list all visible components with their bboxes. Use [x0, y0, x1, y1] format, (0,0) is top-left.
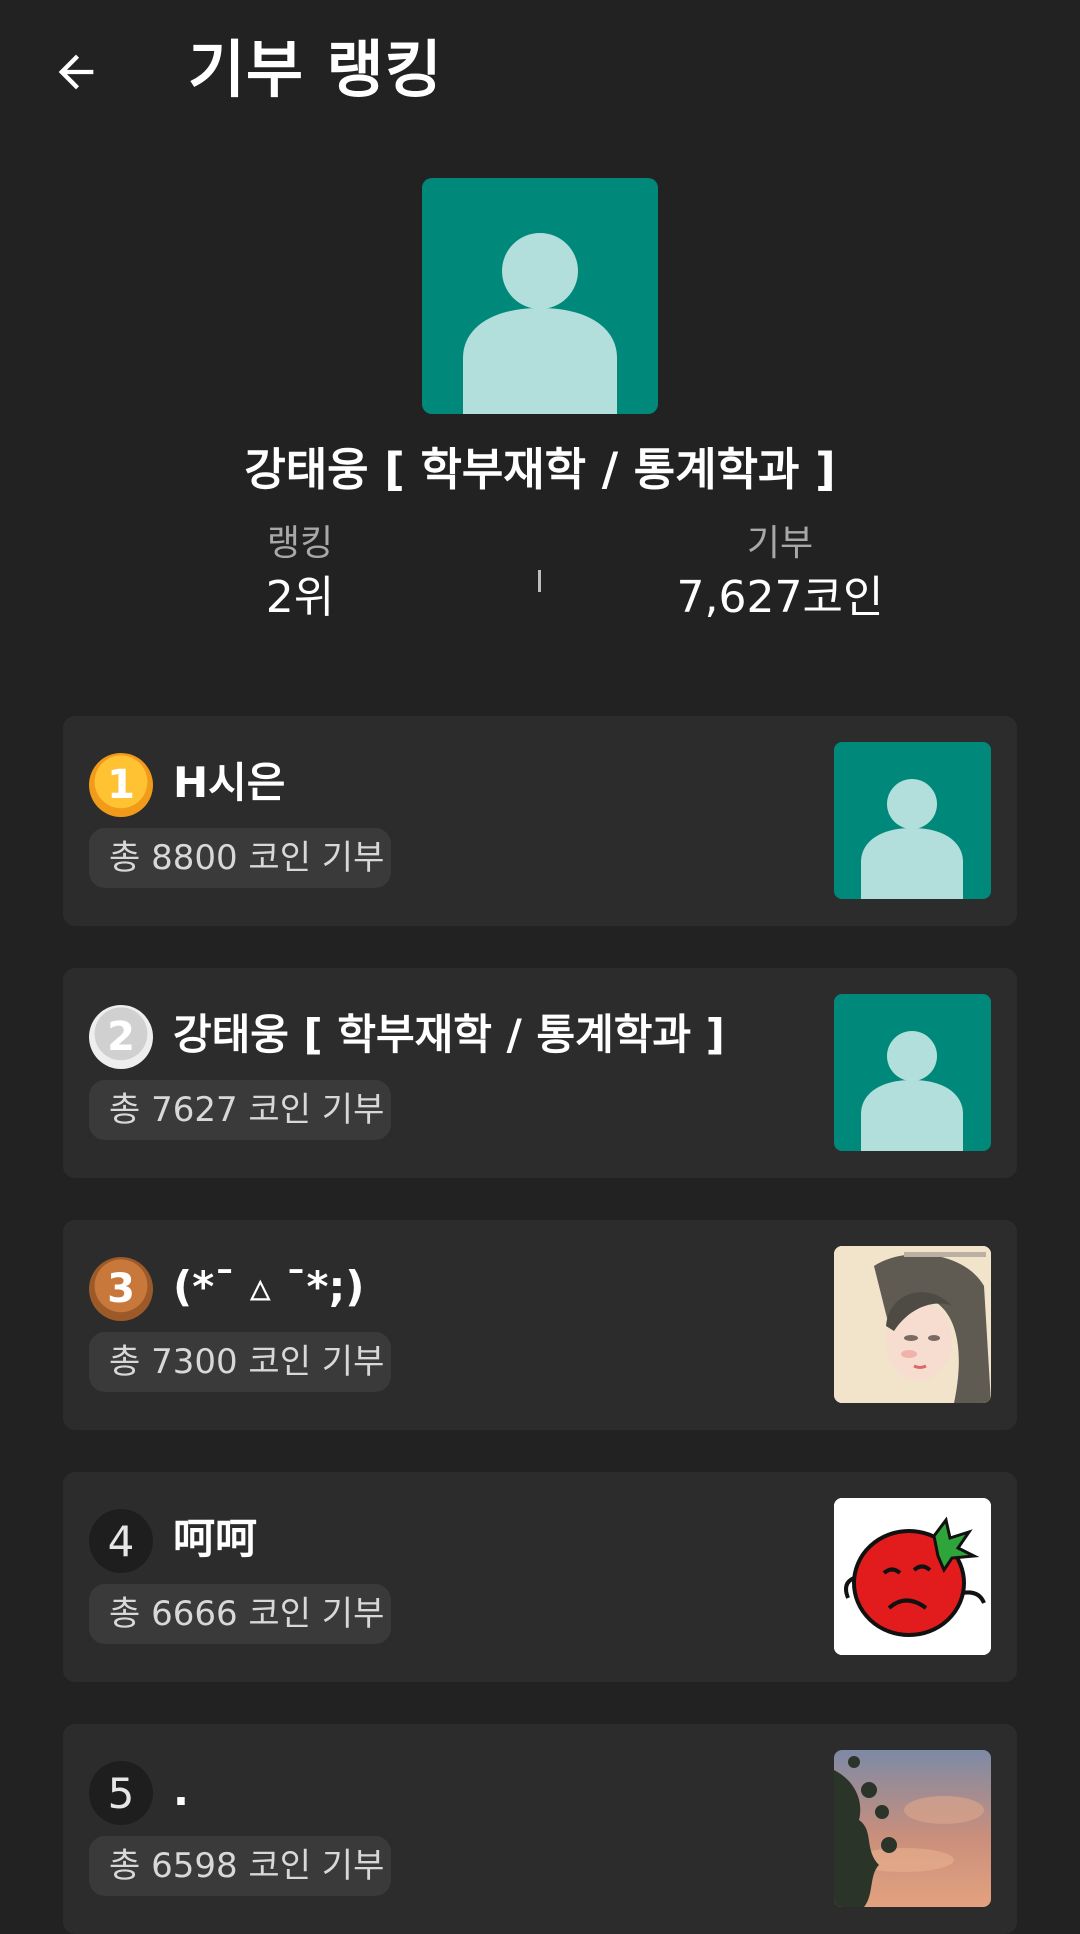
donation-value: 7,627코인: [676, 572, 884, 623]
donation-total: 총 6666 코인 기부: [89, 1584, 391, 1644]
rank-value: 2위: [265, 572, 335, 623]
ranker-avatar: [834, 994, 991, 1151]
donation-label: 기부: [746, 523, 814, 564]
ranking-card[interactable]: 3 (*¯ ▵ ¯*;) 총 7300 코인 기부: [63, 1220, 1017, 1430]
back-button[interactable]: [40, 36, 112, 108]
rank-label: 랭킹: [266, 523, 334, 564]
profile-name: 강태웅 [ 학부재학 / 통계학과 ]: [244, 443, 836, 496]
bronze-medal-badge: 3: [89, 1257, 153, 1321]
donation-stat: 기부 7,627코인: [630, 520, 930, 628]
donation-total: 총 6598 코인 기부: [89, 1836, 391, 1896]
donation-total: 총 7627 코인 기부: [89, 1080, 391, 1140]
default-person-icon: [861, 1031, 963, 1151]
profile-avatar: [422, 178, 658, 414]
ranker-avatar-photo: [834, 1246, 991, 1403]
ranker-avatar-photo: [834, 1498, 991, 1655]
gold-medal-badge: 1: [89, 753, 153, 817]
ranking-card[interactable]: 1 H시은 총 8800 코인 기부: [63, 716, 1017, 926]
ranking-card[interactable]: 2 강태웅 [ 학부재학 / 통계학과 ] 총 7627 코인 기부: [63, 968, 1017, 1178]
ranking-card[interactable]: 5 . 총 6598 코인 기부: [63, 1724, 1017, 1934]
sunset-tree-photo: [834, 1750, 991, 1907]
tomato-cartoon-photo: [834, 1498, 991, 1655]
illustrated-girl-photo: [834, 1246, 991, 1403]
default-person-icon: [861, 779, 963, 899]
ranking-card[interactable]: 4 呵呵 총 6666 코인 기부: [63, 1472, 1017, 1682]
silver-medal-badge: 2: [89, 1005, 153, 1069]
page-title: 기부 랭킹: [188, 33, 443, 106]
donation-total: 총 8800 코인 기부: [89, 828, 391, 888]
default-person-icon: [463, 233, 617, 414]
ranker-avatar-photo: [834, 1750, 991, 1907]
stat-divider: [538, 570, 541, 592]
arrow-left-icon: [58, 54, 94, 90]
ranker-name: 呵呵: [173, 1514, 258, 1563]
ranker-avatar: [834, 742, 991, 899]
ranker-name: H시은: [173, 758, 286, 807]
ranker-name: 강태웅 [ 학부재학 / 통계학과 ]: [173, 1010, 725, 1059]
ranker-name: (*¯ ▵ ¯*;): [173, 1262, 365, 1311]
ranker-name: .: [173, 1766, 189, 1815]
donation-total: 총 7300 코인 기부: [89, 1332, 391, 1392]
rank-stat: 랭킹 2위: [200, 520, 400, 628]
app-bar: 기부 랭킹: [0, 0, 1080, 150]
rank-number-badge: 4: [89, 1509, 153, 1573]
rank-number-badge: 5: [89, 1761, 153, 1825]
